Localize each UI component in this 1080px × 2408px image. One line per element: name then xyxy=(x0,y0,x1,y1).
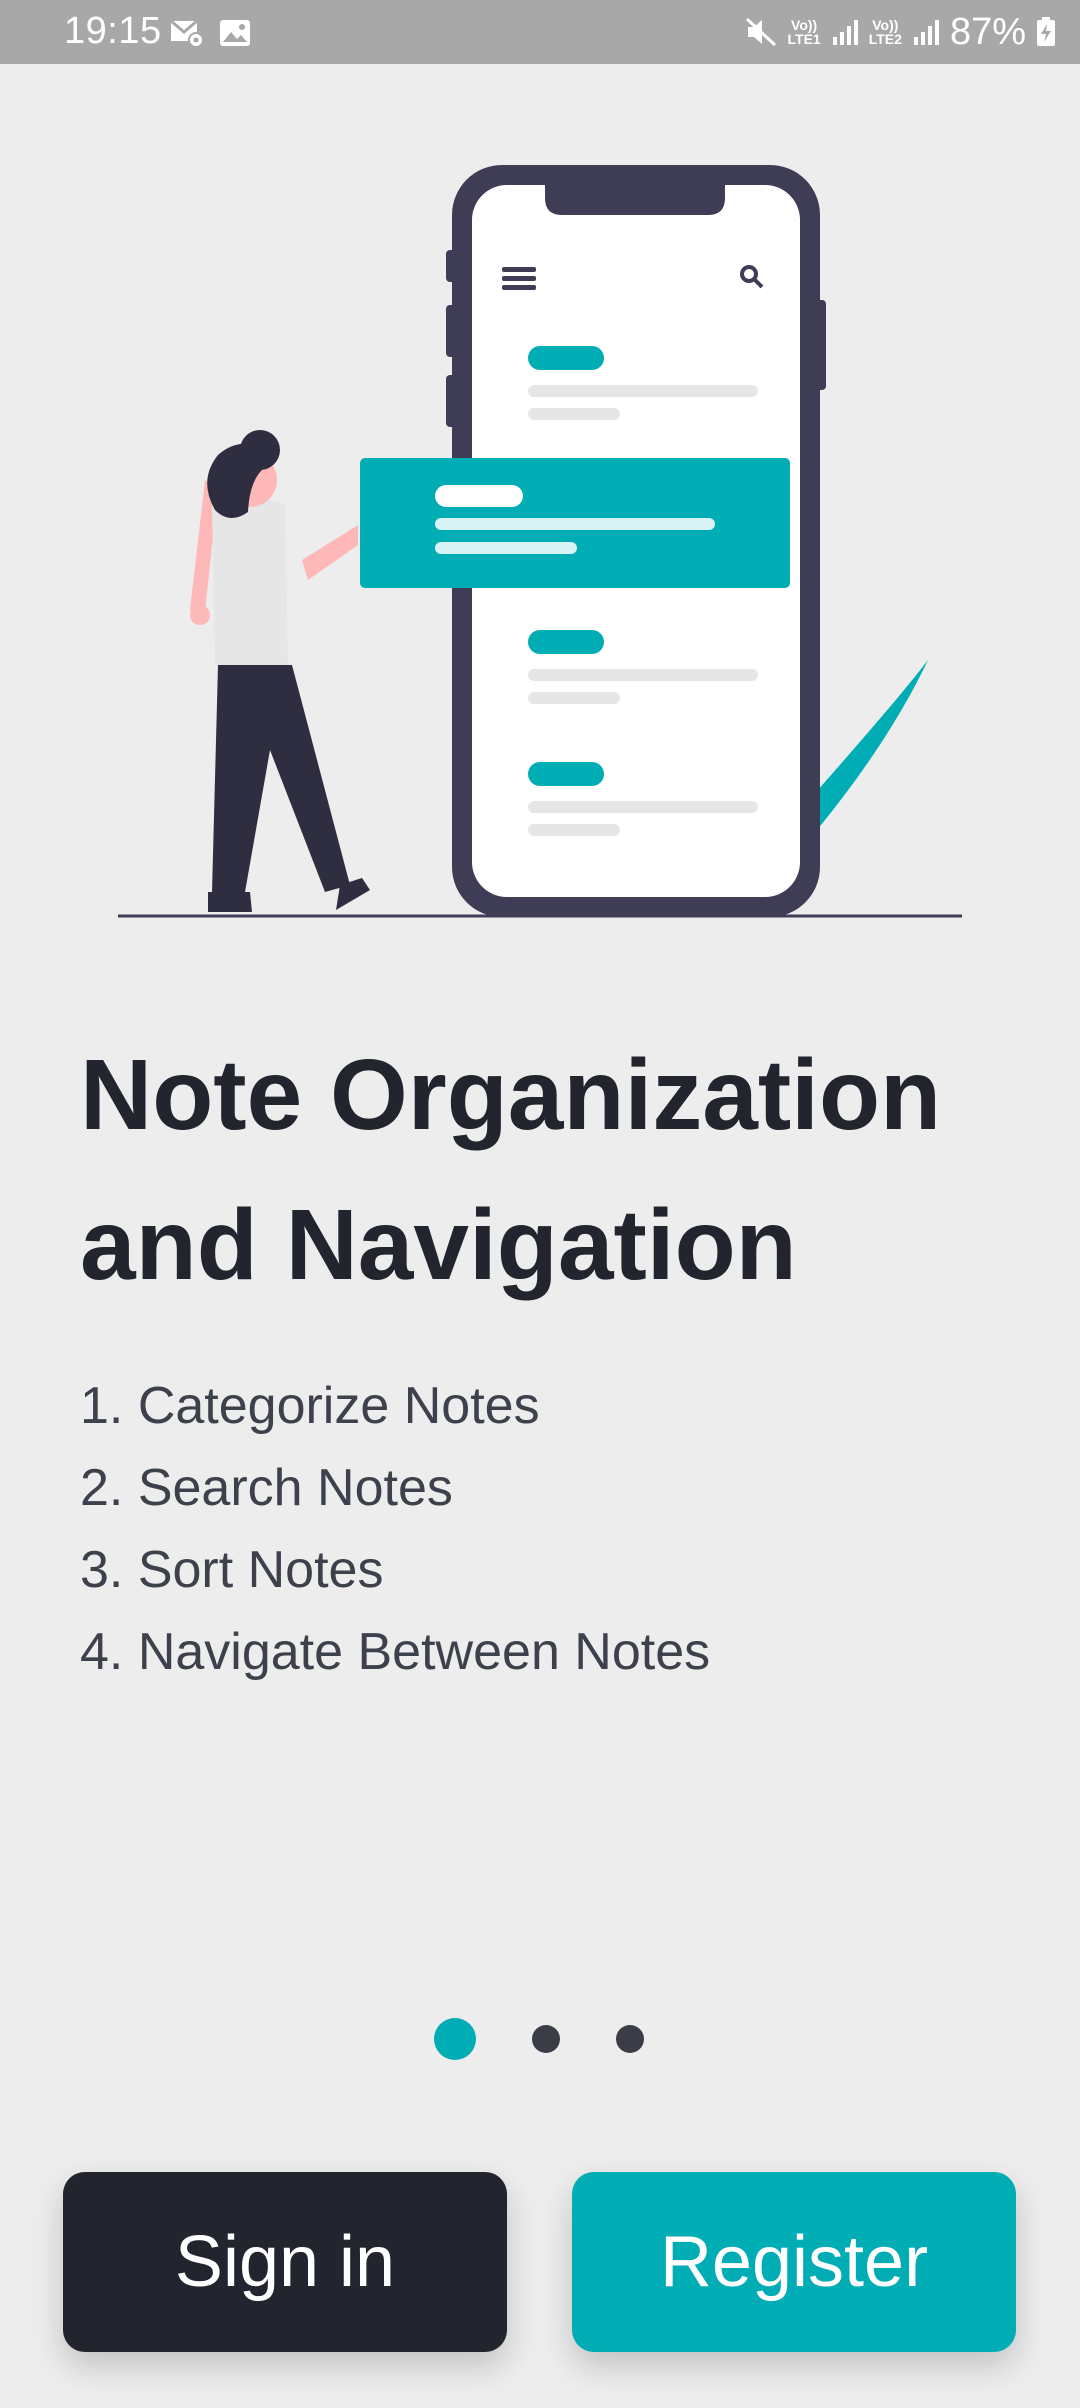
feature-item: 1. Categorize Notes xyxy=(80,1377,540,1435)
title-line-2: and Navigation xyxy=(80,1189,797,1301)
sim1-signal-icon xyxy=(832,20,858,45)
menu-icon xyxy=(502,267,536,290)
battery-charging-icon xyxy=(1037,17,1055,46)
status-time: 19:15 xyxy=(64,10,162,52)
onboarding-illustration xyxy=(118,165,962,918)
highlight-card xyxy=(360,458,790,588)
page-dot-2[interactable] xyxy=(532,2025,560,2053)
sim2-label: Vo)) LTE2 xyxy=(868,17,902,47)
gallery-icon xyxy=(220,20,250,46)
page-indicator xyxy=(0,2018,1080,2060)
sign-in-button[interactable]: Sign in xyxy=(63,2172,507,2352)
person-illustration xyxy=(190,430,370,912)
status-bar: 19:15 Vo)) LTE1 Vo)) LTE2 87% xyxy=(0,0,1080,64)
page-dot-1-active[interactable] xyxy=(434,2018,476,2060)
feature-item: 3. Sort Notes xyxy=(80,1541,384,1599)
feature-item: 2. Search Notes xyxy=(80,1459,453,1517)
feature-item: 4. Navigate Between Notes xyxy=(80,1623,711,1681)
feature-list: 1. Categorize Notes 2. Search Notes 3. S… xyxy=(80,1365,710,1693)
page-dot-3[interactable] xyxy=(616,2025,644,2053)
register-button[interactable]: Register xyxy=(572,2172,1016,2352)
email-settings-icon xyxy=(170,19,204,48)
title-line-1: Note Organization xyxy=(80,1039,942,1151)
mute-icon xyxy=(745,17,776,47)
sim2-signal-icon xyxy=(913,20,939,45)
sim1-label: Vo)) LTE1 xyxy=(787,17,821,47)
battery-percent: 87% xyxy=(949,10,1026,53)
page-title: Note Organization and Navigation xyxy=(80,1020,1020,1320)
